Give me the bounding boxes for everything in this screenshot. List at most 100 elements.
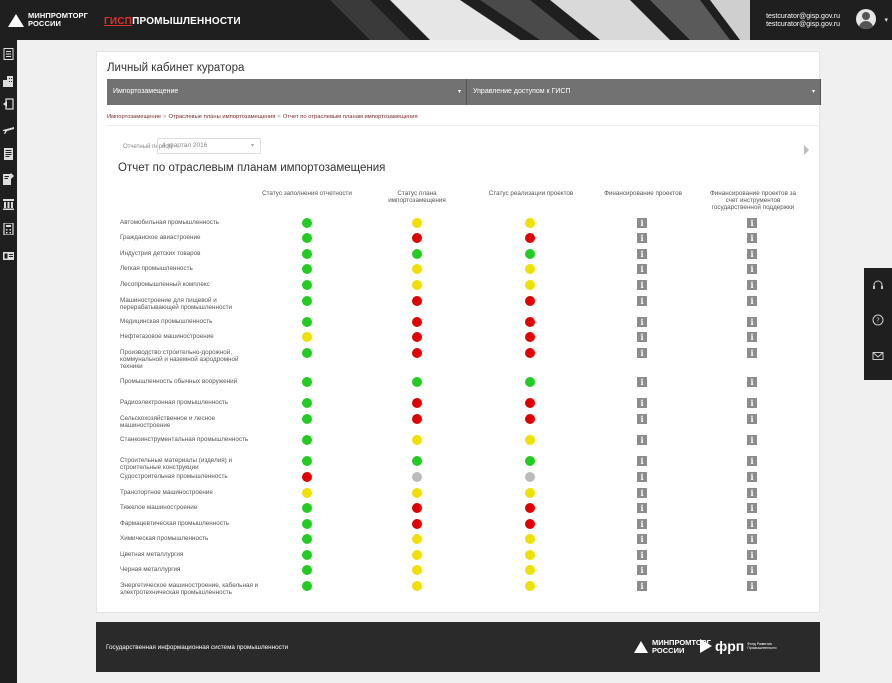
frp-arrow-icon [700, 639, 712, 653]
table-icon[interactable] [3, 198, 14, 210]
import-icon[interactable] [3, 98, 14, 110]
info-icon[interactable]: i [747, 503, 757, 513]
info-icon[interactable]: i [747, 519, 757, 529]
table-row-label: Радиоэлектронная промышленность [120, 399, 229, 406]
info-icon[interactable]: i [747, 296, 757, 306]
info-icon[interactable]: i [747, 414, 757, 424]
table-row-label: Цветная металлургия [120, 551, 184, 558]
status-indicator [525, 550, 535, 560]
logo-emblem-icon [8, 13, 24, 27]
column-header: Статус плана импортозамещения [388, 190, 446, 204]
info-icon[interactable]: i [637, 565, 647, 575]
info-icon[interactable]: i [637, 534, 647, 544]
info-icon[interactable]: i [747, 565, 757, 575]
info-icon[interactable]: i [747, 456, 757, 466]
info-icon[interactable]: i [637, 296, 647, 306]
status-indicator [525, 581, 535, 591]
tab-label: Импортозамещение [113, 88, 179, 95]
status-indicator [412, 435, 422, 445]
gisp-rest-part: ПРОМЫШЛЕННОСТИ [132, 16, 241, 27]
info-icon[interactable]: i [637, 264, 647, 274]
gisp-red-part: ГИСП [104, 16, 133, 27]
info-icon[interactable]: i [637, 332, 647, 342]
gisp-brand[interactable]: ГИСППРОМЫШЛЕННОСТИ [104, 16, 241, 27]
status-indicator [525, 398, 535, 408]
info-icon[interactable]: i [747, 317, 757, 327]
mail-icon[interactable] [872, 350, 884, 362]
document-icon[interactable] [3, 148, 14, 160]
info-icon[interactable]: i [747, 377, 757, 387]
status-indicator [412, 280, 422, 290]
info-icon[interactable]: i [637, 503, 647, 513]
info-icon[interactable]: i [747, 398, 757, 408]
info-icon[interactable]: i [747, 280, 757, 290]
info-icon[interactable]: i [637, 456, 647, 466]
tab-import-substitution[interactable]: Импортозамещение ▾ [107, 79, 467, 105]
breadcrumb-item[interactable]: Отраслевые планы импортозамещения [168, 114, 275, 120]
info-icon[interactable]: i [747, 249, 757, 259]
user-email: testcurator@gisp.gov.ru [766, 13, 840, 20]
info-icon[interactable]: i [637, 249, 647, 259]
status-indicator [412, 296, 422, 306]
status-indicator [412, 317, 422, 327]
info-icon[interactable]: i [747, 581, 757, 591]
status-indicator [412, 503, 422, 513]
status-indicator [302, 488, 312, 498]
info-icon[interactable]: i [747, 233, 757, 243]
info-icon[interactable]: i [637, 472, 647, 482]
table-row-label: Судостроительная промышленность [120, 473, 228, 480]
status-indicator [302, 435, 312, 445]
status-indicator [302, 317, 312, 327]
avatar[interactable] [856, 9, 876, 29]
info-icon[interactable]: i [637, 398, 647, 408]
id-card-icon[interactable] [3, 250, 14, 262]
info-icon[interactable]: i [637, 218, 647, 228]
next-arrow-icon[interactable] [804, 145, 809, 155]
info-icon[interactable]: i [747, 550, 757, 560]
chevron-down-icon[interactable]: ▾ [884, 16, 888, 24]
info-icon[interactable]: i [637, 377, 647, 387]
calculator-icon[interactable] [3, 223, 14, 235]
info-icon[interactable]: i [747, 534, 757, 544]
info-icon[interactable]: i [637, 435, 647, 445]
status-indicator [412, 249, 422, 259]
info-icon[interactable]: i [747, 435, 757, 445]
info-icon[interactable]: i [637, 581, 647, 591]
info-icon[interactable]: i [747, 348, 757, 358]
status-indicator [525, 280, 535, 290]
status-indicator [525, 456, 535, 466]
period-select[interactable]: 4 квартал 2016 ▾ [157, 138, 261, 154]
info-icon[interactable]: i [747, 218, 757, 228]
breadcrumb-item[interactable]: Импортозамещение [107, 114, 161, 120]
help-icon[interactable]: ? [872, 314, 884, 326]
info-icon[interactable]: i [637, 280, 647, 290]
status-indicator [302, 414, 312, 424]
info-icon[interactable]: i [637, 519, 647, 529]
info-icon[interactable]: i [637, 348, 647, 358]
minpromtorg-logo[interactable]: МИНПРОМТОРГ РОССИИ [8, 12, 88, 28]
footer-frp-logo[interactable]: фрп Фонд Развития Промышленности [700, 638, 777, 654]
status-indicator [302, 218, 312, 228]
status-indicator [525, 519, 535, 529]
sidebar [0, 40, 17, 683]
info-icon[interactable]: i [637, 317, 647, 327]
table-row-label: Тяжелое машиностроение [120, 504, 198, 511]
plane-icon[interactable] [3, 123, 14, 135]
edit-document-icon[interactable] [3, 173, 14, 185]
status-indicator [525, 296, 535, 306]
info-icon[interactable]: i [747, 332, 757, 342]
table-row-label: Сельскохозяйственное и лесное машиностро… [120, 415, 216, 429]
building-icon[interactable] [3, 75, 14, 87]
info-icon[interactable]: i [747, 472, 757, 482]
info-icon[interactable]: i [637, 488, 647, 498]
user-info[interactable]: testcurator@gisp.gov.ru testcurator@gisp… [766, 13, 840, 29]
tab-access-management[interactable]: Управление доступом к ГИСП ▾ [467, 79, 821, 105]
info-icon[interactable]: i [747, 488, 757, 498]
info-icon[interactable]: i [637, 233, 647, 243]
headset-icon[interactable] [872, 280, 884, 292]
info-icon[interactable]: i [637, 550, 647, 560]
info-icon[interactable]: i [747, 264, 757, 274]
report-icon[interactable] [3, 48, 14, 60]
info-icon[interactable]: i [637, 414, 647, 424]
status-indicator [412, 264, 422, 274]
